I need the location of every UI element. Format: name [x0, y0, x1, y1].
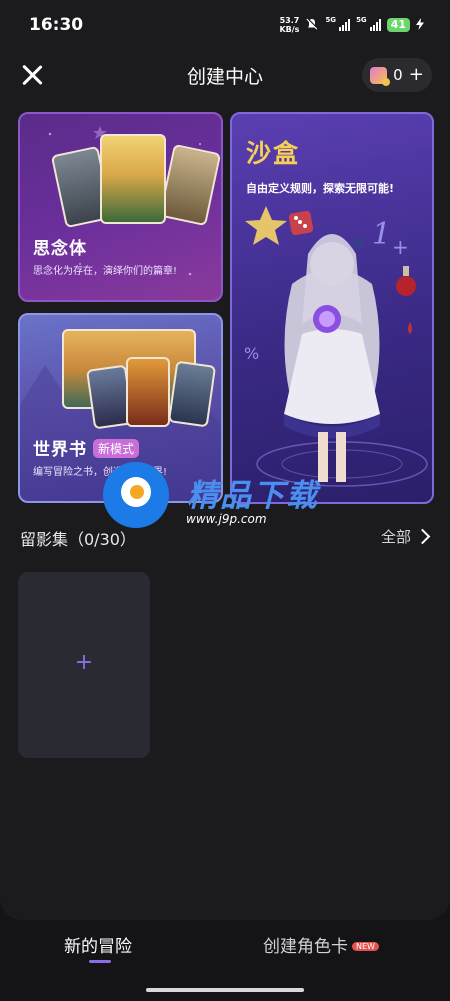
new-mode-badge: 新模式	[93, 439, 140, 458]
coin-icon	[370, 66, 391, 86]
charging-icon	[416, 18, 424, 32]
tab-create-character-card[interactable]: 创建角色卡 NEW	[263, 932, 379, 957]
active-tab-indicator	[89, 960, 111, 963]
world-card-center	[126, 357, 170, 427]
mute-icon	[305, 17, 319, 33]
card-sandbox[interactable]: 1 + % 沙盒 自由定义规则，探索无限可能!	[230, 112, 434, 504]
speed-unit: KB/s	[279, 25, 300, 34]
speed-value: 53.7	[279, 16, 300, 25]
home-indicator[interactable]	[146, 988, 304, 992]
watermark-logo	[103, 462, 169, 528]
card-title-row: 世界书 新模式	[33, 435, 140, 460]
plus-icon: +	[74, 650, 94, 675]
chevron-right-icon	[414, 528, 431, 545]
signal-icon	[339, 19, 351, 31]
tab-label: 创建角色卡	[263, 937, 348, 957]
view-all-label: 全部	[380, 528, 411, 546]
coin-count: 0	[393, 66, 403, 84]
svg-text:1: 1	[372, 217, 391, 252]
card-subtitle: 思念化为存在，演绎你们的篇章!	[33, 266, 178, 277]
status-time: 16:30	[29, 15, 84, 35]
card-title: 沙盒	[246, 139, 301, 168]
card-title: 思念体	[33, 239, 87, 259]
svg-text:+: +	[392, 235, 409, 259]
network-label-1: 5G	[325, 16, 337, 24]
network-label-2: 5G	[356, 16, 367, 24]
app-screen: 16:30 53.7 KB/s 5G 5G 41 创建中心 0 + 思念体 思念…	[0, 0, 450, 920]
status-icons: 53.7 KB/s 5G 5G 41	[279, 16, 424, 34]
network-speed: 53.7 KB/s	[279, 16, 299, 34]
signal-icon-2	[369, 19, 381, 31]
world-card-right	[167, 360, 217, 428]
top-bar: 创建中心 0 +	[0, 56, 450, 96]
card-title: 世界书	[33, 440, 87, 460]
tab-new-adventure[interactable]: 新的冒险	[64, 932, 132, 957]
status-bar: 16:30 53.7 KB/s 5G 5G 41	[0, 0, 450, 52]
character-card-center	[100, 134, 166, 224]
watermark-url: www.j9p.com	[186, 512, 267, 526]
add-snapshot-tile[interactable]: +	[18, 572, 150, 758]
sandbox-illustration: 1 + %	[244, 206, 428, 487]
section-title: 留影集（0/30）	[20, 530, 136, 549]
add-coins-icon[interactable]: +	[409, 66, 424, 84]
svg-text:%: %	[244, 344, 259, 363]
view-all-link[interactable]: 全部	[380, 526, 431, 547]
battery-indicator: 41	[386, 18, 410, 32]
card-miss-entity[interactable]: 思念体 思念化为存在，演绎你们的篇章!	[18, 112, 223, 302]
card-subtitle: 自由定义规则，探索无限可能!	[246, 182, 395, 195]
coin-balance-button[interactable]: 0 +	[362, 58, 432, 92]
new-badge: NEW	[352, 942, 379, 951]
watermark-text: 精品下载	[187, 478, 319, 514]
